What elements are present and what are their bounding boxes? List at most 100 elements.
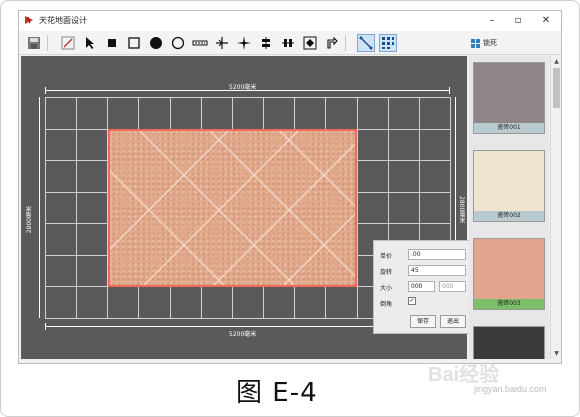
grid-cell	[263, 97, 296, 130]
grid-dots-icon[interactable]	[379, 34, 397, 52]
grid-cell	[169, 97, 202, 130]
save-button[interactable]: 保存	[410, 315, 436, 328]
maximize-button[interactable]: ▫	[507, 13, 529, 29]
lock-grid-icon	[471, 38, 480, 48]
filled-circle-icon[interactable]	[147, 34, 165, 52]
chamfer-label: 倒角	[380, 301, 393, 308]
save-disk-icon[interactable]	[25, 34, 43, 52]
chamfer-checkbox[interactable]: ✓	[408, 297, 416, 305]
grid-cell	[45, 286, 78, 319]
grid-cell	[418, 160, 451, 193]
material-swatch[interactable]	[473, 326, 545, 359]
grid-cell	[45, 191, 78, 225]
grid-cell	[76, 191, 109, 225]
library-scrollbar[interactable]: ▲ ▼	[550, 56, 561, 359]
grid-cell	[387, 160, 420, 193]
outline-circle-icon[interactable]	[169, 34, 187, 52]
grid-cell	[325, 97, 358, 130]
bottom-dimension-label: 5200毫米	[229, 331, 257, 338]
material-swatch[interactable]: 瓷砖003	[473, 238, 545, 310]
material-swatch[interactable]: 瓷砖002	[473, 150, 545, 222]
pen-draw-icon[interactable]	[59, 34, 77, 52]
grid-cell	[263, 286, 296, 319]
grid-cell	[387, 97, 420, 130]
toolbar-separator	[345, 35, 346, 51]
material-swatch-label: 瓷砖002	[474, 211, 544, 221]
material-library: 瓷砖001 瓷砖002 瓷砖003	[469, 56, 549, 359]
grid-cell	[356, 191, 389, 225]
outline-square-icon[interactable]	[125, 34, 143, 52]
grid-cell	[169, 286, 202, 319]
grid-cell	[200, 286, 233, 319]
left-dimension-line	[39, 97, 40, 318]
arrow-pointer-icon[interactable]	[81, 34, 99, 52]
grid-cell	[45, 97, 78, 130]
material-swatch-label: 瓷砖003	[474, 299, 544, 309]
center-target-icon[interactable]	[301, 34, 319, 52]
dimension-tick	[45, 87, 46, 94]
price-input[interactable]: .00	[408, 249, 466, 260]
align-horizontal-icon[interactable]	[213, 34, 231, 52]
grid-cell	[76, 128, 109, 162]
grid-cell	[45, 160, 78, 193]
left-dimension-label: 2800毫米	[26, 206, 33, 234]
top-dimension-label: 5200毫米	[229, 84, 257, 91]
grid-cell	[356, 97, 389, 130]
material-swatch-label: 瓷砖001	[474, 123, 544, 133]
rotate-shape-icon[interactable]	[323, 34, 341, 52]
grid-cell	[45, 128, 78, 162]
size-width-input[interactable]: 000	[408, 281, 435, 292]
distribute-vertical-icon[interactable]	[257, 34, 275, 52]
scroll-up-icon[interactable]: ▲	[552, 57, 561, 66]
size-height-input[interactable]: 000	[439, 281, 466, 292]
grid-cell	[294, 97, 327, 130]
lock-label: 锁死	[483, 39, 497, 47]
watermark-logo: Bai经验	[428, 364, 500, 386]
watermark-url: jingyan.baidu.com	[474, 384, 547, 394]
dimension-tick	[449, 87, 450, 94]
tiled-region[interactable]	[108, 129, 357, 287]
tile-properties-panel: 单价 .00 旋转 45 大小 000 000 倒角 ✓ 保存 退出	[373, 240, 471, 334]
rotation-input[interactable]: 45	[408, 265, 466, 276]
grid-cell	[107, 97, 140, 130]
grid-cell	[231, 286, 265, 319]
grid-cell	[356, 128, 389, 162]
grid-cell	[76, 286, 109, 319]
distribute-horizontal-icon[interactable]	[279, 34, 297, 52]
grid-cell	[418, 97, 451, 130]
grid-cell	[387, 191, 420, 225]
right-dimension-label: 2800毫米	[458, 196, 465, 224]
grid-cell	[138, 286, 171, 319]
toolbar: 锁死	[19, 31, 561, 55]
grid-cell	[76, 223, 109, 256]
diagonal-line-icon[interactable]	[357, 34, 375, 52]
grid-cell	[200, 97, 233, 130]
lock-toggle[interactable]: 锁死	[471, 34, 497, 52]
tile-pattern-lines	[110, 131, 355, 285]
minimize-button[interactable]: –	[481, 13, 503, 29]
exit-button[interactable]: 退出	[440, 315, 466, 328]
dimension-tick	[45, 323, 46, 330]
dash-line-icon[interactable]	[191, 34, 209, 52]
title-bar: 天花地面设计 – ▫ ✕	[19, 11, 561, 31]
grid-cell	[418, 128, 451, 162]
design-canvas[interactable]: 5200毫米 5200毫米 2800毫米 2800毫米 单价 .00 旋转 45…	[21, 56, 471, 359]
grid-cell	[356, 160, 389, 193]
star-cross-icon[interactable]	[235, 34, 253, 52]
figure-caption: 图 E-4	[236, 378, 318, 408]
scroll-thumb[interactable]	[553, 68, 560, 108]
size-label: 大小	[380, 285, 393, 292]
material-swatch[interactable]: 瓷砖001	[473, 62, 545, 134]
filled-square-icon[interactable]	[103, 34, 121, 52]
window-title: 天花地面设计	[39, 16, 87, 25]
scroll-down-icon[interactable]: ▼	[552, 349, 561, 358]
grid-cell	[231, 97, 265, 130]
price-label: 单价	[380, 253, 393, 260]
toolbar-separator	[47, 35, 48, 51]
app-logo-icon	[25, 16, 33, 24]
grid-cell	[45, 254, 78, 288]
grid-cell	[418, 191, 451, 225]
close-button[interactable]: ✕	[535, 13, 557, 29]
grid-cell	[76, 160, 109, 193]
rotation-label: 旋转	[380, 269, 393, 276]
